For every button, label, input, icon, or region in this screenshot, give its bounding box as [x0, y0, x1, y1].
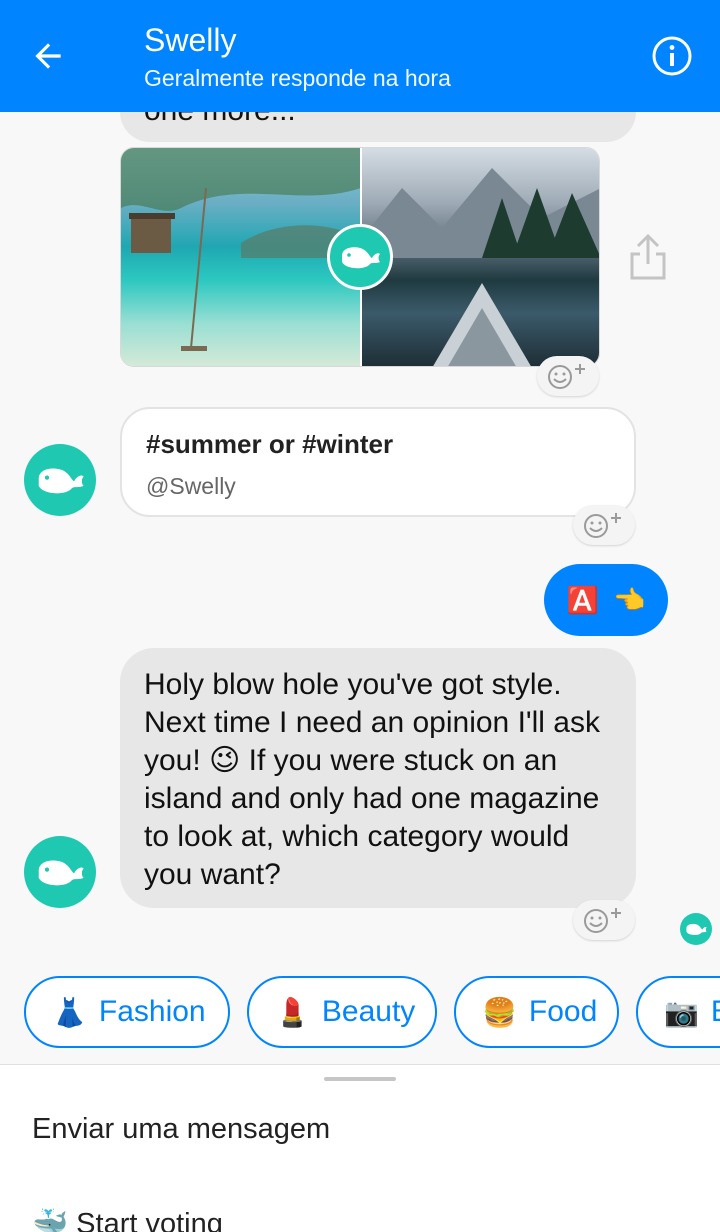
chat-header: Swelly Geralmente responde na hora [0, 0, 720, 112]
whale-icon [342, 247, 380, 269]
composer-menu-panel: Enviar uma mensagem 🐳 Start voting [0, 1064, 720, 1232]
chat-title[interactable]: Swelly [144, 22, 236, 59]
image-attachment[interactable] [120, 147, 600, 367]
whale-icon: 🐳 [32, 1208, 69, 1232]
react-button[interactable] [573, 900, 635, 940]
start-voting-item[interactable]: 🐳 Start voting [32, 1207, 223, 1232]
bot-avatar[interactable] [24, 836, 96, 908]
quick-reply-be[interactable]: 📷 Be [636, 976, 720, 1048]
quick-replies: 👗 Fashion 💄 Beauty 🍔 Food 📷 Be [0, 976, 720, 1048]
send-message-item[interactable]: Enviar uma mensagem [32, 1113, 330, 1146]
whale-icon [686, 923, 707, 936]
quick-reply-label: Food [528, 995, 598, 1028]
whale-icon [38, 860, 84, 886]
camera-icon: 📷 [664, 996, 699, 1028]
back-button[interactable] [22, 30, 74, 82]
beach-illustration [121, 148, 361, 351]
messenger-chat-screen: Swelly Geralmente responde na hora one m… [0, 0, 720, 1232]
caption-title: #summer or #winter [146, 429, 394, 459]
sent-emoji: 👈 [613, 584, 646, 615]
quick-reply-label: Fashion [98, 995, 206, 1028]
swelly-logo [327, 224, 393, 290]
share-button[interactable] [626, 232, 670, 282]
dress-icon: 👗 [52, 996, 87, 1028]
sent-emoji: 🅰️ [566, 584, 599, 615]
share-icon [630, 233, 666, 280]
info-button[interactable] [650, 34, 694, 78]
info-icon [652, 36, 692, 76]
sent-message-bubble[interactable]: 🅰️ 👈 [544, 564, 668, 636]
chat-subtitle: Geralmente responde na hora [144, 65, 451, 91]
whale-icon [38, 468, 84, 494]
lipstick-icon: 💄 [275, 996, 310, 1028]
quick-reply-label: Be [711, 995, 720, 1029]
beach-image [121, 148, 361, 366]
quick-reply-fashion[interactable]: 👗 Fashion [24, 976, 230, 1048]
arrow-left-icon [35, 43, 61, 69]
burger-icon: 🍔 [482, 996, 517, 1028]
message-text: Holy blow hole you've got style. Next ti… [144, 668, 600, 891]
lake-illustration [362, 168, 599, 366]
bot-message-bubble[interactable]: Holy blow hole you've got style. Next ti… [120, 648, 636, 908]
menu-item-label: Start voting [76, 1208, 223, 1232]
lake-image [362, 148, 599, 366]
bot-avatar[interactable] [24, 444, 96, 516]
emoji-add-icon [584, 908, 621, 933]
quick-reply-beauty[interactable]: 💄 Beauty [247, 976, 437, 1048]
emoji-add-icon [548, 364, 585, 389]
react-button[interactable] [573, 505, 635, 545]
caption-card[interactable]: #summer or #winter @Swelly [120, 407, 636, 517]
drag-handle[interactable] [324, 1077, 396, 1081]
quick-reply-label: Beauty [321, 995, 416, 1028]
emoji-add-icon [584, 513, 621, 538]
react-button[interactable] [537, 356, 599, 396]
quick-reply-food[interactable]: 🍔 Food [454, 976, 619, 1048]
seen-indicator-avatar [680, 913, 712, 945]
caption-handle: @Swelly [146, 473, 236, 499]
